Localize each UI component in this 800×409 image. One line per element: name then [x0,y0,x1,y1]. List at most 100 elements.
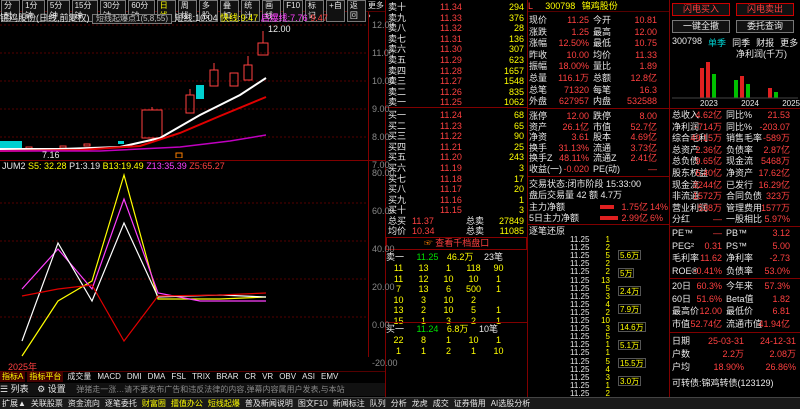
settings-button[interactable]: ⚙ 设置 [37,384,66,394]
status-item[interactable]: 财富圈 [142,398,166,409]
flash-buy-button[interactable]: 闪电买入 [672,3,730,16]
order-volume: 65 [513,120,524,131]
status-item[interactable]: 擂值办公 [171,398,203,409]
finance-tab[interactable]: 更多 [780,36,798,49]
status-item[interactable]: 关联股票 [31,398,63,409]
status-item[interactable]: 短线起爆 [208,398,240,409]
indicator-tab[interactable]: BRAR [214,372,240,382]
grid-value: 4.62亿 [695,110,722,120]
grid-value: — [713,214,722,225]
grid-value-2: 57.3% [764,281,790,291]
grid-value: 1.25 [571,26,589,37]
grid-value: 12.00 [699,306,722,316]
indicator-tab[interactable]: ASI [300,372,317,382]
grid-label-2: 流通 [593,142,612,153]
cancel-all-button[interactable]: 一键全撤 [672,20,730,33]
grid-label-2: 跌停 [593,111,612,121]
convertible-bond[interactable]: 可转债:锦鸡转债(123129) [672,378,774,388]
finance-tab[interactable]: 300798 [672,36,702,49]
grid-value: 9.65亿 [695,156,722,167]
indicator-tab[interactable]: DMA [146,372,168,382]
status-item[interactable]: 成交 [433,398,449,409]
status-item[interactable]: 资金流向 [68,398,100,409]
flow-value: 2.99亿 [621,213,648,223]
grid-value: 49.15万 [690,133,722,144]
status-item[interactable]: 普及新闻说明 [245,398,293,409]
indicator-tab[interactable]: DMI [125,372,144,382]
extra-value: 9.47 [310,13,328,23]
order-label: 买九 [388,194,407,205]
order-label: 卖四 [388,65,407,76]
order-label: 买四 [388,141,407,152]
order-volume: 136 [508,33,524,44]
indicator-tab[interactable]: EMV [319,372,340,382]
view-full-book-button[interactable]: ☞ 查看千档盘口 [386,237,527,250]
holder-value: 2.2万 [722,349,744,359]
status-item[interactable]: 分析 [391,398,407,409]
candlestick-chart[interactable] [0,23,368,158]
qd-row: 11 13 1 118 90 [386,263,527,274]
tick-side-value: 7.9万 [618,304,642,314]
status-item[interactable]: 图文F10 [298,398,328,409]
tick-side-value: 2.4万 [618,286,642,296]
indicator-tab[interactable]: OBV [277,372,298,382]
flow-label: 5日主力净额 [529,213,580,223]
qd-buy-volume: 6.8万 [446,324,469,334]
grid-label-2: PS™ [726,240,748,251]
grid-value: 0.31 [704,240,722,251]
finance-tab[interactable]: 财报 [756,36,774,49]
indicator-tab[interactable]: CR [243,372,259,382]
order-label: 卖七 [388,33,407,44]
holder-value-2: 26.86% [765,362,796,372]
status-item[interactable]: 扩展▲ [2,398,26,409]
status-item[interactable]: 龙虎 [412,398,428,409]
indicator-tab[interactable]: 指标平台 [27,372,64,382]
qd-cell: 1 [495,305,501,315]
order-query-button[interactable]: 委托查询 [736,20,794,33]
order-price: 11.21 [440,141,462,152]
indicator-tab[interactable]: 成交量 [65,372,93,382]
status-item[interactable]: 新闻标注 [333,398,365,409]
holder-value: 25-03-31 [707,336,744,346]
status-item[interactable]: 队列 [370,398,386,409]
grid-value-2: 2.87亿 [763,144,790,155]
grid-value: 1572万 [692,191,722,202]
grid-value: 31.13% [558,142,589,153]
order-label: 卖十 [388,2,407,12]
grid-value: 538万 [697,202,722,213]
total-label: 均价 [388,226,407,236]
grid-label-2: 最高 [593,26,612,37]
grid-label: 振幅 [529,61,548,72]
indicator-tab[interactable]: MACD [95,372,123,382]
qd-cell: 2 [420,305,426,315]
status-item[interactable]: 证券借用 [454,398,486,409]
grid-value: 12.00 [566,111,589,121]
indicator-tab[interactable]: TRIX [190,372,212,382]
grid-value: 11.25 [567,15,589,25]
order-label: 买一 [388,110,407,120]
status-bar: 扩展▲ 关联股票 资金流向 逐笔委托 财富圈 擂值办公 短线起爆 普及新闻说明 图文F10 新闻标… [0,397,800,409]
grid-value-2: -589万 [762,133,790,144]
oscillator-chart[interactable] [0,171,368,361]
qd-cell: 10 [443,294,454,305]
grid-label-2: 今年来 [726,281,754,291]
grid-label: 涨幅 [529,38,548,49]
finance-tab[interactable]: 同季 [732,36,750,49]
holder-label: 户均 [672,362,691,372]
indicator-tab[interactable]: VR [260,372,275,382]
status-item[interactable]: AI选股分析 [491,398,531,409]
stock-name: 锦鸡股份 [581,1,618,11]
ticks-title: 逐笔还原 [529,226,566,236]
qd-cell: 1 [420,345,426,356]
stock-title: L 300798 锦鸡股份 [528,0,669,12]
qd-cell: 10 [468,273,479,284]
finance-tab[interactable]: 单季 [708,36,726,49]
flash-sell-button[interactable]: 闪电卖出 [736,3,794,16]
indicator-tab[interactable]: 指标A [0,372,26,382]
list-button[interactable]: ☰ 列表 [0,384,29,394]
grid-value: -714万 [694,121,722,132]
order-price: 11.29 [440,55,462,65]
indicator-tab[interactable]: FSL [169,372,188,382]
status-item[interactable]: 逐笔委托 [105,398,137,409]
total-value: 11085 [499,226,524,236]
